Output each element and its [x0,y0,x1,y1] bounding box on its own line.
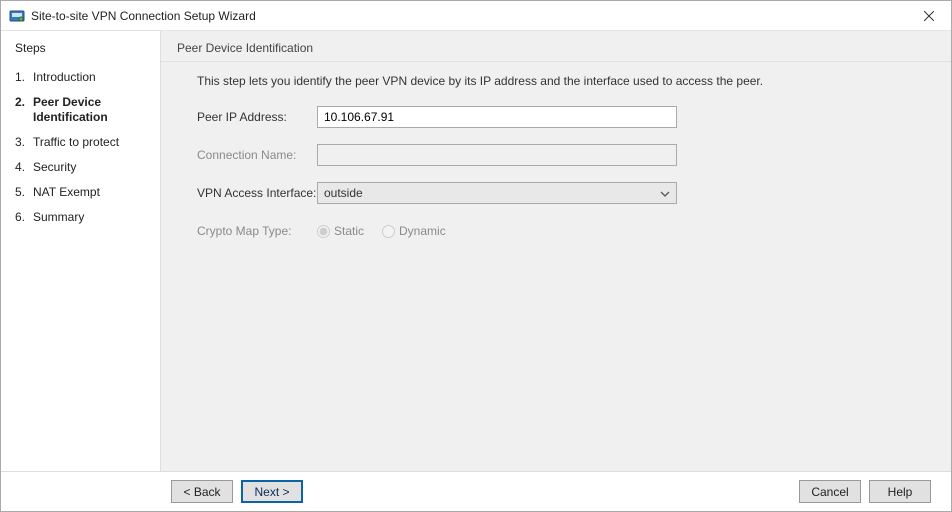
window-title: Site-to-site VPN Connection Setup Wizard [31,9,256,23]
label-vpn-interface: VPN Access Interface: [197,186,317,200]
radio-dynamic: Dynamic [382,224,446,238]
step-item-5[interactable]: 5. NAT Exempt [15,180,150,205]
row-connection-name: Connection Name: [197,144,915,166]
steps-sidebar: Steps 1. Introduction 2.Peer Device Identi… [1,31,161,471]
wizard-body: Steps 1.Introduction2.Peer Device Identi… [1,31,951,471]
cancel-button[interactable]: Cancel [799,480,861,503]
step-number: 3. [15,135,29,150]
close-button[interactable] [907,1,951,31]
section-heading: Peer Device Identification [161,31,951,62]
step-number: 6. [15,210,29,225]
row-vpn-interface: VPN Access Interface: outside [197,182,915,204]
wizard-window: Site-to-site VPN Connection Setup Wizard… [0,0,952,512]
wizard-content: Peer Device Identification This step let… [161,31,951,471]
step-label: Peer Device Identification [33,95,150,125]
back-button[interactable]: < Back [171,480,233,503]
radio-static-label: Static [334,224,364,238]
step-number: 1. [15,70,29,85]
connection-name-input [317,144,677,166]
titlebar: Site-to-site VPN Connection Setup Wizard [1,1,951,31]
radio-dynamic-label: Dynamic [399,224,446,238]
label-connection-name: Connection Name: [197,148,317,162]
step-item-3[interactable]: 3. Traffic to protect [15,130,150,155]
step-number: 5. [15,185,29,200]
step-label: Traffic to protect [33,135,119,150]
step-item-4[interactable]: 4. Security [15,155,150,180]
app-icon [9,8,25,24]
next-button[interactable]: Next > [241,480,303,503]
step-label: Summary [33,210,84,225]
step-label: NAT Exempt [33,185,100,200]
row-peer-ip: Peer IP Address: [197,106,915,128]
step-item-1[interactable]: 1. Introduction [15,65,150,90]
section-description: This step lets you identify the peer VPN… [197,74,915,88]
peer-ip-input[interactable] [317,106,677,128]
label-crypto-map: Crypto Map Type: [197,224,317,238]
help-button[interactable]: Help [869,480,931,503]
step-label: Security [33,160,76,175]
step-number: 4. [15,160,29,175]
step-label: Introduction [33,70,96,85]
radio-static: Static [317,224,364,238]
steps-heading: Steps [15,41,150,55]
row-crypto-map: Crypto Map Type: Static Dynamic [197,220,915,242]
vpn-interface-value: outside [324,186,363,200]
step-item-6[interactable]: 6. Summary [15,205,150,230]
close-icon [924,11,934,21]
step-number: 2. [15,95,29,125]
step-item-2[interactable]: 2.Peer Device Identification [15,90,150,130]
wizard-footer: < Back Next > Cancel Help [1,471,951,511]
label-peer-ip: Peer IP Address: [197,110,317,124]
vpn-interface-select[interactable]: outside [317,182,677,204]
chevron-down-icon [660,186,670,200]
